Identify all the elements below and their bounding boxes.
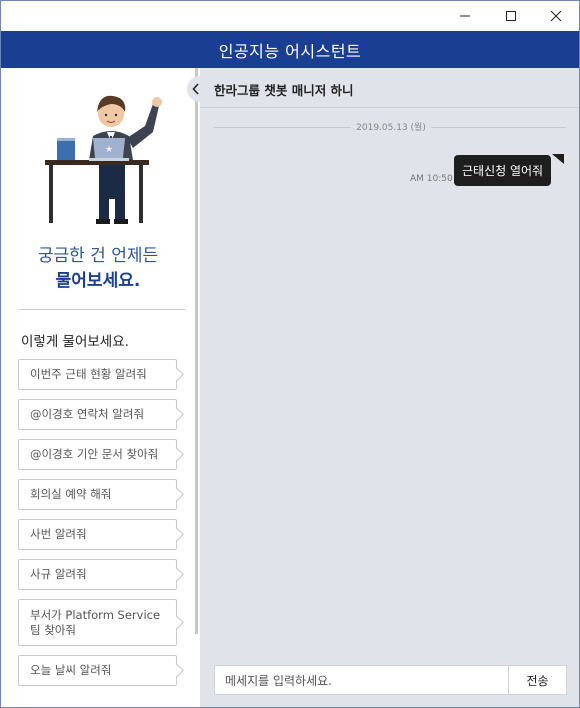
slogan-line-1: 궁금한 건 언제든 <box>37 246 159 266</box>
chat-header: 한라그룹 챗봇 매니저 하니 <box>200 68 579 108</box>
sidebar: ★ 궁금한 건 언제든 물어보세요. 이렇게 물어보세요. 이번주 근태 현황 … <box>1 68 200 707</box>
sidebar-scrollbar[interactable] <box>195 68 198 634</box>
title-bar <box>1 1 579 31</box>
sidebar-divider <box>18 309 186 310</box>
close-icon[interactable] <box>533 1 579 31</box>
bubble-tail <box>552 154 564 164</box>
chat-title: 한라그룹 챗봇 매니저 하니 <box>214 83 354 98</box>
suggestion-employee-number[interactable]: 사번 알려줘 <box>18 519 177 550</box>
suggestion-attendance-status[interactable]: 이번주 근태 현황 알려줘 <box>18 359 177 390</box>
app-header: 인공지능 어시스턴트 <box>1 31 579 68</box>
send-button[interactable]: 전송 <box>508 665 567 695</box>
suggestion-contact[interactable]: @이경호 연락처 알려줘 <box>18 399 177 430</box>
suggestion-weather[interactable]: 오늘 날씨 알려줘 <box>18 655 177 686</box>
chevron-left-icon <box>192 80 200 99</box>
date-divider-text: 2019.05.13 (월) <box>351 120 431 133</box>
assistant-illustration: ★ <box>45 95 162 224</box>
suggestion-room-booking[interactable]: 회의실 예약 해줘 <box>18 479 177 510</box>
message-input[interactable]: 메세지를 입력하세요. <box>214 665 509 695</box>
assistant-window: 인공지능 어시스턴트 ★ 궁금한 건 언제든 물어보세요. 이렇게 물어보세요.… <box>0 0 580 708</box>
suggestion-company-rules[interactable]: 사규 알려줘 <box>18 559 177 590</box>
slogan-line-2: 물어보세요. <box>55 271 141 291</box>
suggestion-department-search[interactable]: 부서가 Platform Service팀 찾아줘 <box>18 599 177 646</box>
message-time: AM 10:50 <box>410 174 453 184</box>
suggestion-guide-title: 이렇게 물어보세요. <box>21 334 129 350</box>
suggestion-draft-docs[interactable]: @이경호 기안 문서 찾아줘 <box>18 439 177 470</box>
user-message-bubble: 근태신청 열어줘 <box>454 155 552 186</box>
app-title: 인공지능 어시스턴트 <box>218 41 362 61</box>
minimize-icon[interactable] <box>442 1 488 31</box>
maximize-icon[interactable] <box>488 1 534 31</box>
svg-text:★: ★ <box>105 145 113 155</box>
chat-panel: 한라그룹 챗봇 매니저 하니 2019.05.13 (월) AM 10:50 근… <box>187 68 579 707</box>
